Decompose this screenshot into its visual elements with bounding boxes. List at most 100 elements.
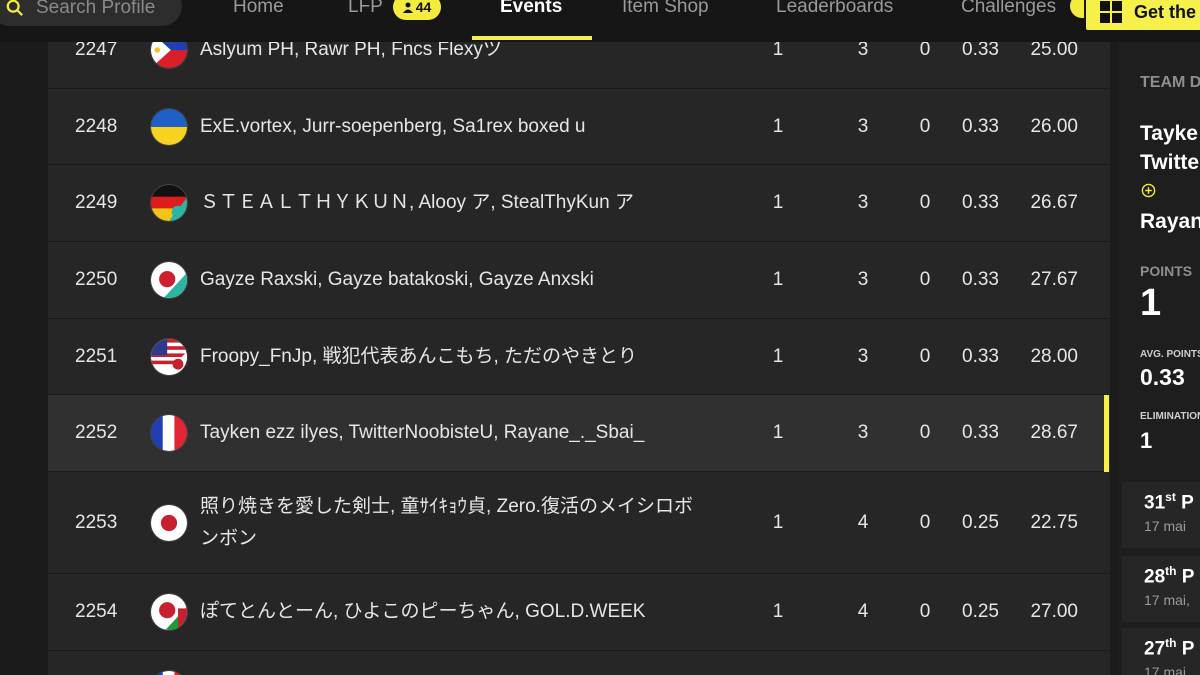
wins: 1 [772,422,784,443]
avg-points: 0.25 [962,511,999,533]
eliminations: 0 [919,192,931,213]
matches: 3 [857,422,869,443]
table-row-selected[interactable]: 2252 Tayken ezz ilyes, TwitterNoobisteU,… [48,395,1110,472]
france-flag-icon [150,670,188,675]
search-input[interactable]: Search Profile [0,0,182,26]
lfp-count-badge: 44 [393,0,441,20]
match-card[interactable]: 27th P 17 mai [1122,628,1200,675]
team-member-2[interactable]: Twitte [1140,151,1199,175]
table-row[interactable] [48,651,1110,675]
avg-placement: 28.00 [1030,345,1078,367]
france-flag-icon [150,414,188,452]
team-names[interactable]: ＳＴＥＡＬＴＨＹＫＵＮ, Alooy ア, StealThyKun ア [200,187,700,219]
match-date: 17 mai [1144,518,1187,534]
eliminations-value: 1 [1140,428,1153,453]
avg-placement: 26.67 [1030,192,1078,213]
team-names[interactable]: 照り焼きを愛した剣士, 童ｻｲｷｮｳ貞, Zero.復活のメイシロボンボン [200,491,700,555]
matches: 3 [857,269,869,290]
plus-circle-icon[interactable] [1141,183,1156,198]
avg-points: 0.33 [962,269,999,290]
eliminations: 0 [919,511,931,533]
table-row[interactable]: 2249 ＳＴＥＡＬＴＨＹＫＵＮ, Alooy ア, StealThyKun ア… [48,165,1110,242]
avg-points: 0.25 [962,601,999,622]
eliminations: 0 [919,601,931,622]
user-icon [402,2,413,13]
team-member-3[interactable]: Rayan [1140,210,1200,234]
team-names[interactable]: ぽてとんとーん, ひよこのピーちゃん, GOL.D.WEEK [200,596,700,628]
points-label: POINTS [1140,263,1193,279]
nav-challenges[interactable]: Challenges [961,0,1056,18]
team-member-1[interactable]: Tayke [1140,122,1198,146]
top-navigation: Search Profile Home LFP 44 Events Item S… [0,0,1200,42]
leaderboard-table: 2247 Aslyum PH, Rawr PH, Fncs Flexyツ 1 3… [48,12,1110,675]
points-value: 1 [1140,282,1162,324]
rank: 2247 [75,39,118,60]
nav-events[interactable]: Events [500,0,562,18]
wins: 1 [772,39,784,60]
nav-leaderboards[interactable]: Leaderboards [776,0,893,18]
active-tab-indicator [472,36,592,40]
windows-icon [1100,1,1122,23]
japan-mixed-flag-icon [150,261,188,299]
selected-row-marker [1104,395,1109,472]
rank: 2249 [75,192,118,213]
eliminations: 0 [919,115,931,137]
japan-afghanistan-flag-icon [150,593,188,631]
team-details-heading: TEAM D [1140,74,1200,91]
rank: 2248 [75,115,118,137]
avg-points: 0.33 [962,422,999,443]
match-date: 17 mai [1144,664,1187,675]
avg-points-value: 0.33 [1140,364,1185,390]
avg-points: 0.33 [962,115,999,137]
rank: 2253 [75,511,118,533]
avg-placement: 27.00 [1030,601,1078,622]
avg-points: 0.33 [962,39,999,60]
avg-placement: 28.67 [1030,422,1078,443]
match-card[interactable]: 31st P 17 mai [1122,482,1200,548]
wins: 1 [772,192,784,213]
avg-points-label: AVG. POINTS [1140,349,1200,360]
matches: 4 [857,511,869,533]
nav-lfp[interactable]: LFP [348,0,383,18]
wins: 1 [772,345,784,367]
nav-item-shop[interactable]: Item Shop [622,0,709,18]
eliminations-label: ELIMINATIONS [1140,411,1200,422]
challenges-badge [1070,0,1084,18]
get-app-button[interactable]: Get the [1086,0,1200,30]
search-icon [6,0,23,16]
matches: 3 [857,115,869,137]
table-row[interactable]: 2254 ぽてとんとーん, ひよこのピーちゃん, GOL.D.WEEK 1 4 … [48,574,1110,651]
match-card[interactable]: 28th P 17 mai, [1122,556,1200,622]
match-placement: 27th P [1144,636,1195,660]
team-names[interactable]: ExE.vortex, Jurr-soepenberg, Sa1rex boxe… [200,111,700,143]
table-row[interactable]: 2253 照り焼きを愛した剣士, 童ｻｲｷｮｳ貞, Zero.復活のメイシロボン… [48,472,1110,574]
eliminations: 0 [919,39,931,60]
wins: 1 [772,269,784,290]
get-app-label: Get the [1134,1,1197,22]
usa-japan-flag-icon [150,337,188,376]
team-names[interactable]: Froopy_FnJp, 戦犯代表あんこもち, ただのやきとり [200,341,700,373]
matches: 4 [857,601,869,622]
matches: 3 [857,345,869,367]
germany-mixed-flag-icon [150,184,188,222]
eliminations: 0 [919,422,931,443]
avg-placement: 27.67 [1030,269,1078,290]
rank: 2254 [75,601,118,622]
team-names[interactable]: Gayze Raxski, Gayze batakoski, Gayze Anx… [200,264,700,296]
wins: 1 [772,115,784,137]
rank: 2251 [75,345,118,367]
team-detail-panel: TEAM D Tayke Twitte Rayan POINTS 1 AVG. … [1118,42,1200,675]
matches: 3 [857,39,869,60]
nav-home[interactable]: Home [233,0,284,18]
avg-points: 0.33 [962,345,999,367]
team-names[interactable]: Tayken ezz ilyes, TwitterNoobisteU, Raya… [200,417,700,449]
match-date: 17 mai, [1144,592,1190,608]
avg-placement: 25.00 [1030,39,1078,60]
rank: 2250 [75,269,118,290]
matches: 3 [857,192,869,213]
avg-placement: 26.00 [1030,115,1078,137]
table-row[interactable]: 2250 Gayze Raxski, Gayze batakoski, Gayz… [48,242,1110,319]
table-row[interactable]: 2251 Froopy_FnJp, 戦犯代表あんこもち, ただのやきとり 1 3… [48,319,1110,395]
wins: 1 [772,601,784,622]
table-row[interactable]: 2248 ExE.vortex, Jurr-soepenberg, Sa1rex… [48,89,1110,165]
